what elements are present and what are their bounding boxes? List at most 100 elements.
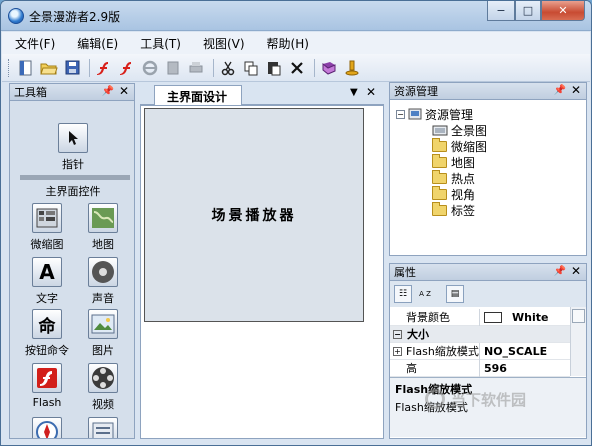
folder-icon (432, 185, 447, 200)
sound-icon (88, 257, 118, 287)
toolbox-divider (20, 175, 130, 180)
ie-icon[interactable] (140, 58, 160, 78)
menu-file[interactable]: 文件(F) (6, 35, 64, 52)
toolbox-header: 工具箱 📌 ✕ (9, 83, 135, 101)
app-window: 全景漫游者2.9版 − □ ✕ 文件(F) 编辑(E) 工具(T) 视图(V) … (0, 0, 592, 446)
cut-icon[interactable] (218, 58, 238, 78)
tool-pointer[interactable]: 指针 (46, 123, 100, 172)
menu-view[interactable]: 视图(V) (194, 35, 254, 52)
toolbox-panel: 指针 主界面控件 微缩图 地图 A 文字 声音 命 按钮命令 图片 Flash … (9, 101, 135, 439)
panorama-icon (432, 125, 448, 136)
tool-map[interactable]: 地图 (76, 203, 130, 252)
thumbnail-icon (32, 203, 62, 233)
toolbox-title: 工具箱 (14, 86, 47, 99)
flash-icon (32, 363, 62, 393)
watermark-text: 当下软件园 (451, 391, 527, 409)
scene-player-canvas[interactable]: 场景播放器 (144, 108, 364, 322)
prop-row-flash-scale[interactable]: + Flash缩放模式 NO_SCALE (390, 342, 570, 360)
tree-item[interactable]: 视角 (432, 185, 475, 202)
tool-flash[interactable]: Flash (20, 363, 74, 409)
resource-tree: − 资源管理 全景图 微缩图 地图 热点 视角 标签 (389, 100, 587, 256)
sort-az-button[interactable]: A Z (416, 285, 434, 303)
tree-item[interactable]: 全景图 (432, 122, 487, 138)
compass-icon (32, 417, 62, 438)
flash-red-icon-2[interactable] (117, 58, 137, 78)
paste-icon[interactable] (264, 58, 284, 78)
color-swatch (484, 311, 502, 323)
command-icon: 命 (32, 309, 62, 339)
tab-main-ui-design[interactable]: 主界面设计 (154, 85, 242, 105)
film-reel-icon (88, 363, 118, 393)
list-icon (88, 417, 118, 438)
tree-root[interactable]: − 资源管理 (396, 106, 473, 122)
tool-compass[interactable] (20, 417, 74, 438)
pin-icon[interactable]: 📌 (554, 85, 566, 96)
expand-icon[interactable]: + (393, 346, 402, 356)
tool-thumbnail[interactable]: 微缩图 (20, 203, 74, 252)
print-icon[interactable] (186, 58, 206, 78)
folder-icon (432, 137, 447, 152)
copy-icon[interactable] (241, 58, 261, 78)
resource-root-icon (408, 108, 422, 120)
tool-text[interactable]: A 文字 (20, 257, 74, 306)
tree-item[interactable]: 热点 (432, 169, 475, 186)
help-book-icon[interactable] (319, 58, 339, 78)
properties-title: 属性 (394, 266, 416, 279)
tool-sound[interactable]: 声音 (76, 257, 130, 306)
resource-title: 资源管理 (394, 85, 438, 98)
folder-icon (432, 201, 447, 216)
open-icon[interactable] (39, 58, 59, 78)
toolbar-grip[interactable] (8, 58, 11, 77)
resource-header: 资源管理 📌 ✕ (389, 82, 587, 100)
app-globe-icon (8, 8, 24, 24)
folder-icon (432, 169, 447, 184)
image-icon (88, 309, 118, 339)
tree-item[interactable]: 标签 (432, 201, 475, 218)
new-icon[interactable] (16, 58, 36, 78)
prop-category-size[interactable]: − 大小 (390, 326, 570, 343)
title-bar[interactable]: 全景漫游者2.9版 − □ ✕ (1, 1, 591, 31)
toolbox-close-icon[interactable]: ✕ (119, 84, 129, 98)
properties-panel: ☷ A Z ▤ 背景颜色 White − 大小 + Flash缩放模式 NO_S… (389, 281, 587, 439)
tool-video[interactable]: 视频 (76, 363, 130, 412)
tool-list[interactable] (76, 417, 130, 438)
menu-edit[interactable]: 编辑(E) (68, 35, 127, 52)
prop-row-bgcolor[interactable]: 背景颜色 White (390, 308, 570, 326)
publish-icon[interactable] (163, 58, 183, 78)
tool-image[interactable]: 图片 (76, 309, 130, 358)
resource-close-icon[interactable]: ✕ (571, 83, 581, 97)
properties-close-icon[interactable]: ✕ (571, 264, 581, 278)
collapse-icon[interactable]: − (396, 109, 405, 119)
collapse-icon[interactable]: − (393, 329, 402, 339)
flash-red-icon[interactable] (94, 58, 114, 78)
close-button[interactable]: ✕ (541, 1, 585, 21)
player-icon[interactable] (342, 58, 362, 78)
canvas-label: 场景播放器 (211, 208, 297, 224)
tool-button-command[interactable]: 命 按钮命令 (20, 309, 74, 358)
main-toolbar (2, 54, 590, 82)
menu-bar: 文件(F) 编辑(E) 工具(T) 视图(V) 帮助(H) (2, 32, 590, 54)
menu-help[interactable]: 帮助(H) (258, 35, 318, 52)
properties-scrollbar[interactable] (570, 307, 586, 376)
menu-tools[interactable]: 工具(T) (131, 35, 190, 52)
toolbox-section-label: 主界面控件 (45, 185, 101, 198)
tree-item[interactable]: 微缩图 (432, 137, 487, 154)
window-title: 全景漫游者2.9版 (29, 10, 121, 24)
maximize-button[interactable]: □ (515, 1, 541, 21)
properties-header: 属性 📌 ✕ (389, 263, 587, 281)
minimize-button[interactable]: − (487, 1, 515, 21)
property-pages-icon[interactable]: ▤ (446, 285, 464, 303)
tab-close-icon[interactable]: ✕ (366, 85, 376, 99)
delete-icon[interactable] (287, 58, 307, 78)
categorized-icon[interactable]: ☷ (394, 285, 412, 303)
tree-item[interactable]: 地图 (432, 153, 475, 170)
prop-row-height[interactable]: 高 596 (390, 359, 570, 377)
tab-dropdown-icon[interactable]: ▼ (350, 87, 358, 98)
pin-icon[interactable]: 📌 (102, 86, 114, 97)
properties-toolbar: ☷ A Z ▤ (390, 281, 586, 307)
save-icon[interactable] (62, 58, 82, 78)
map-icon (88, 203, 118, 233)
pin-icon[interactable]: 📌 (554, 266, 566, 277)
pointer-icon (58, 123, 88, 153)
document-tab-strip: 主界面设计 ▼ ✕ (140, 85, 384, 105)
